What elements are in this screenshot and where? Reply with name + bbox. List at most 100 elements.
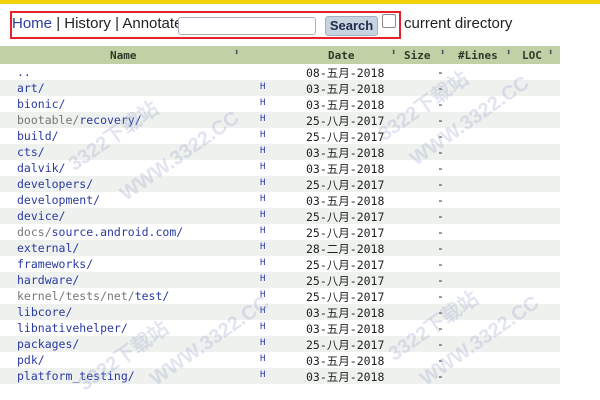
entry-name[interactable]: dalvik/	[17, 161, 65, 175]
entry-name-link[interactable]: packages/	[17, 337, 79, 351]
entry-name[interactable]: recovery/	[79, 113, 141, 127]
history-link[interactable]: H	[260, 354, 265, 364]
entry-name[interactable]: developers/	[17, 177, 93, 191]
sort-icon[interactable]: ⬍	[234, 48, 239, 58]
column-loc-header[interactable]: LOC	[522, 49, 542, 62]
entry-name-link[interactable]: build/	[17, 129, 59, 143]
separator: |	[56, 15, 61, 32]
entry-name[interactable]: development/	[17, 193, 100, 207]
entry-size: -	[437, 353, 444, 367]
entry-name-link[interactable]: bionic/	[17, 97, 65, 111]
entry-size: -	[437, 145, 444, 159]
entry-name[interactable]: external/	[17, 241, 79, 255]
history-link[interactable]: H	[260, 258, 265, 268]
entry-name[interactable]: frameworks/	[17, 257, 93, 271]
entry-name[interactable]: test/	[135, 289, 170, 303]
table-row: hardware/H 25-八月-2017 -	[0, 272, 560, 288]
entry-name-link[interactable]: hardware/	[17, 273, 79, 287]
history-link[interactable]: H	[260, 130, 265, 140]
entry-name-link[interactable]: pdk/	[17, 353, 45, 367]
entry-name-link[interactable]: art/	[17, 81, 45, 95]
entry-name[interactable]: libnativehelper/	[17, 321, 128, 335]
entry-name[interactable]: hardware/	[17, 273, 79, 287]
sort-icon[interactable]: ⬍	[440, 48, 445, 58]
table-header: Name ⬍ Date ⬍ Size ⬍ #Lines ⬍ LOC ⬍	[0, 46, 560, 64]
history-link[interactable]: H	[260, 370, 265, 380]
history-link[interactable]: H	[260, 178, 265, 188]
entry-name-link[interactable]: device/	[17, 209, 65, 223]
entry-size: -	[437, 97, 444, 111]
column-size-header[interactable]: Size	[404, 49, 431, 62]
history-link[interactable]: H	[260, 290, 265, 300]
sort-icon[interactable]: ⬍	[506, 48, 511, 58]
history-link[interactable]: H	[260, 98, 265, 108]
entry-name[interactable]: cts/	[17, 145, 45, 159]
entry-size: -	[437, 129, 444, 143]
entry-name-link[interactable]: external/	[17, 241, 79, 255]
table-row: build/H 25-八月-2017 -	[0, 128, 560, 144]
entry-name-link[interactable]: platform_testing/	[17, 369, 135, 383]
entry-name-link[interactable]: libcore/	[17, 305, 72, 319]
search-button[interactable]: Search	[325, 16, 378, 36]
search-input[interactable]	[178, 17, 316, 35]
entry-size: -	[437, 273, 444, 287]
history-link[interactable]: H	[260, 210, 265, 220]
table-row: docs/source.android.com/H 25-八月-2017 -	[0, 224, 560, 240]
entry-name[interactable]: build/	[17, 129, 59, 143]
entry-name[interactable]: packages/	[17, 337, 79, 351]
entry-name[interactable]: source.android.com/	[52, 225, 184, 239]
entry-name[interactable]: pdk/	[17, 353, 45, 367]
entry-name-link[interactable]: development/	[17, 193, 100, 207]
table-row: development/H 03-五月-2018 -	[0, 192, 560, 208]
sort-icon[interactable]: ⬍	[391, 48, 396, 58]
home-link[interactable]: Home	[12, 15, 52, 32]
entry-name-link[interactable]: docs/source.android.com/	[17, 225, 183, 239]
entry-name-link[interactable]: frameworks/	[17, 257, 93, 271]
entry-date: 25-八月-2017	[306, 290, 385, 304]
entry-name[interactable]: device/	[17, 209, 65, 223]
entry-name-link[interactable]: kernel/tests/net/test/	[17, 289, 169, 303]
sort-icon[interactable]: ⬍	[548, 48, 553, 58]
entry-path-prefix[interactable]: docs/	[17, 225, 52, 239]
entry-name-link[interactable]: cts/	[17, 145, 45, 159]
history-link[interactable]: H	[260, 82, 265, 92]
entry-name[interactable]: platform_testing/	[17, 369, 135, 383]
column-lines-header[interactable]: #Lines	[458, 49, 498, 62]
current-directory-checkbox[interactable]	[382, 14, 396, 28]
column-name-header[interactable]: Name	[110, 49, 137, 62]
history-link[interactable]: History	[64, 15, 111, 32]
history-link[interactable]: H	[260, 194, 265, 204]
annotate-link[interactable]: Annotate	[122, 15, 182, 32]
entry-size: -	[437, 177, 444, 191]
top-stripe	[0, 0, 600, 4]
entry-name[interactable]: libcore/	[17, 305, 72, 319]
entry-size: -	[437, 113, 444, 127]
entry-name[interactable]: bionic/	[17, 97, 65, 111]
entry-path-prefix[interactable]: bootable/	[17, 113, 79, 127]
table-row: cts/H 03-五月-2018 -	[0, 144, 560, 160]
entry-name[interactable]: ..	[17, 65, 31, 79]
entry-date: 25-八月-2017	[306, 226, 385, 240]
entry-name-link[interactable]: libnativehelper/	[17, 321, 128, 335]
history-link[interactable]: H	[260, 274, 265, 284]
entry-size: -	[437, 81, 444, 95]
entry-name[interactable]: art/	[17, 81, 45, 95]
history-link[interactable]: H	[260, 306, 265, 316]
entry-name-link[interactable]: dalvik/	[17, 161, 65, 175]
column-date-header[interactable]: Date	[328, 49, 355, 62]
entry-name-link[interactable]: developers/	[17, 177, 93, 191]
entry-date: 25-八月-2017	[306, 338, 385, 352]
history-link[interactable]: H	[260, 338, 265, 348]
entry-path-prefix[interactable]: kernel/tests/net/	[17, 289, 135, 303]
history-link[interactable]: H	[260, 322, 265, 332]
entry-name-link[interactable]: bootable/recovery/	[17, 113, 142, 127]
history-link[interactable]: H	[260, 162, 265, 172]
entry-date: 08-五月-2018	[306, 66, 385, 80]
entry-size: -	[437, 369, 444, 383]
history-link[interactable]: H	[260, 146, 265, 156]
entry-name-link[interactable]: ..	[17, 65, 31, 79]
history-link[interactable]: H	[260, 226, 265, 236]
history-link[interactable]: H	[260, 114, 265, 124]
table-row: libnativehelper/H 03-五月-2018 -	[0, 320, 560, 336]
history-link[interactable]: H	[260, 242, 265, 252]
